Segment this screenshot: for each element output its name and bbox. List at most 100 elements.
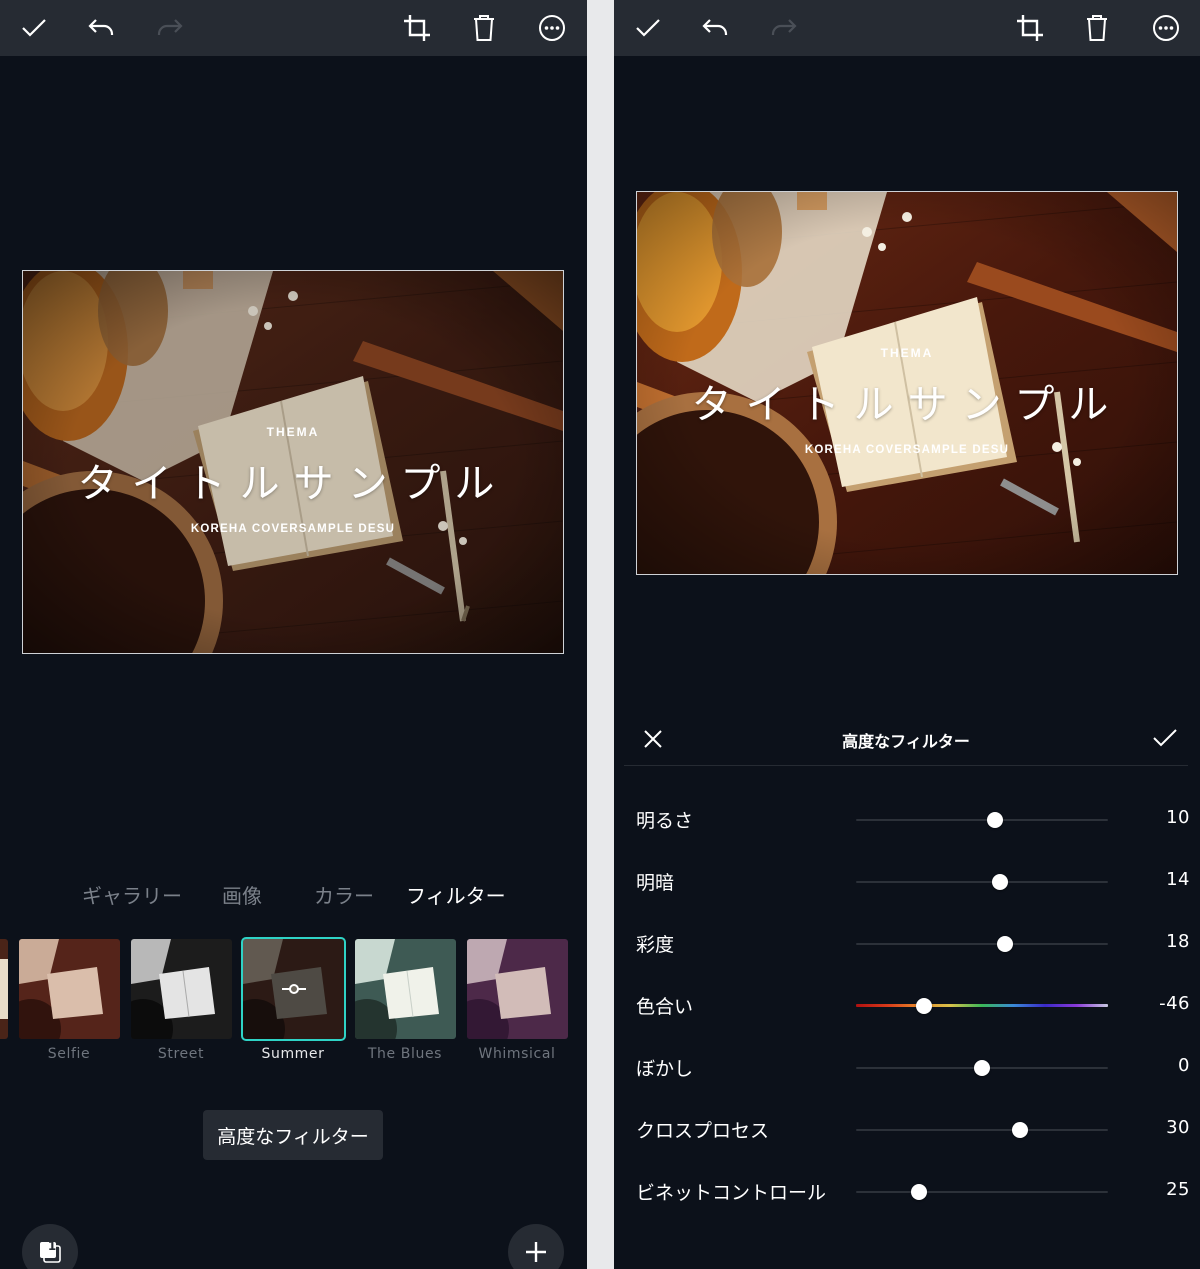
saturation-slider[interactable] <box>856 936 1108 952</box>
adjustment-value: 14 <box>1166 869 1190 890</box>
left-editor-pane: THEMA タイトルサンプル KOREHA COVERSAMPLE DESU ギ… <box>0 0 587 1269</box>
adjustment-label: ビネットコントロール <box>636 1182 827 1204</box>
filter-preview <box>131 939 232 1039</box>
trash-icon <box>1087 15 1107 41</box>
adjustment-value: 0 <box>1178 1055 1190 1076</box>
confirm-button[interactable] <box>626 6 670 50</box>
cross-process-slider[interactable] <box>856 1122 1108 1138</box>
vignette-slider[interactable] <box>856 1184 1108 1200</box>
check-icon <box>636 19 660 37</box>
advanced-filter-header: 高度なフィルター <box>624 712 1188 766</box>
redo-button[interactable] <box>762 6 806 50</box>
adjustment-row-saturation: 彩度 18 <box>614 924 1200 964</box>
advanced-filter-button[interactable]: 高度なフィルター <box>203 1110 383 1160</box>
filter-thumb-summer[interactable] <box>241 937 346 1041</box>
cover-canvas[interactable]: THEMA タイトルサンプル KOREHA COVERSAMPLE DESU <box>22 270 564 654</box>
redo-button[interactable] <box>148 6 192 50</box>
filter-thumb-the-blues[interactable] <box>355 939 456 1039</box>
adjustment-row-cross-process: クロスプロセス 30 <box>614 1110 1200 1150</box>
adjustment-label: 色合い <box>636 996 694 1018</box>
filter-preview <box>467 939 568 1039</box>
adjustment-row-contrast: 明暗 14 <box>614 862 1200 902</box>
blur-slider[interactable] <box>856 1060 1108 1076</box>
cover-subtitle-text: KOREHA COVERSAMPLE DESU <box>804 444 1010 456</box>
cover-title-text: タイトルサンプル <box>691 382 1123 428</box>
plus-icon <box>526 1242 546 1262</box>
filter-preview <box>355 939 456 1039</box>
panel-title: 高度なフィルター <box>842 732 970 751</box>
adjustment-row-hue: 色合い -46 <box>614 986 1200 1026</box>
crop-button[interactable] <box>1008 6 1052 50</box>
slider-knob[interactable] <box>996 936 1013 952</box>
adjustment-value: 30 <box>1166 1117 1190 1138</box>
slider-knob[interactable] <box>916 997 933 1014</box>
trash-icon <box>474 15 494 41</box>
apply-button[interactable] <box>1152 727 1178 751</box>
slider-knob[interactable] <box>1011 1122 1028 1138</box>
cover-thema-text: THEMA <box>266 425 320 439</box>
undo-button[interactable] <box>693 6 737 50</box>
more-icon <box>539 15 565 41</box>
tab-image[interactable]: 画像 <box>222 880 262 909</box>
delete-button[interactable] <box>1075 6 1119 50</box>
delete-button[interactable] <box>462 6 506 50</box>
slider-knob[interactable] <box>911 1184 927 1200</box>
slider-knob[interactable] <box>986 812 1003 828</box>
adjustment-label: 明暗 <box>636 872 675 894</box>
adjustment-label: 彩度 <box>636 934 675 956</box>
filter-thumb-street[interactable] <box>131 939 232 1039</box>
filter-preview <box>19 939 120 1039</box>
hue-slider[interactable] <box>856 997 1108 1014</box>
filter-label-the-blues: The Blues <box>367 1046 443 1062</box>
adjustment-value: -46 <box>1159 993 1190 1014</box>
tool-tabs: ギャラリー 画像 カラー フィルター <box>0 880 587 914</box>
brightness-slider[interactable] <box>856 812 1108 828</box>
screenshot-root: THEMA タイトルサンプル KOREHA COVERSAMPLE DESU ギ… <box>0 0 1200 1269</box>
tab-color[interactable]: カラー <box>314 880 374 909</box>
check-icon <box>22 19 46 37</box>
right-editor-pane: THEMA タイトルサンプル KOREHA COVERSAMPLE DESU 高… <box>614 0 1200 1269</box>
filter-thumb-previous[interactable] <box>0 939 8 1039</box>
crop-button[interactable] <box>395 6 439 50</box>
adjustment-label: 明るさ <box>636 810 694 832</box>
slider-adjust-icon <box>282 984 306 994</box>
redo-icon <box>771 19 797 35</box>
adjustment-label: ぼかし <box>636 1058 694 1080</box>
contrast-slider[interactable] <box>856 874 1108 890</box>
top-toolbar <box>0 0 587 56</box>
add-button[interactable] <box>508 1224 564 1269</box>
adjustment-value: 10 <box>1166 807 1190 828</box>
undo-icon <box>702 19 728 35</box>
top-toolbar <box>614 0 1200 56</box>
check-icon <box>1153 729 1177 747</box>
page-count-badge: 1 <box>47 1239 57 1253</box>
slider-knob[interactable] <box>974 1060 990 1076</box>
crop-icon <box>404 15 430 41</box>
filter-preview <box>0 939 8 1039</box>
tab-gallery[interactable]: ギャラリー <box>82 880 182 909</box>
cover-canvas[interactable]: THEMA タイトルサンプル KOREHA COVERSAMPLE DESU <box>636 191 1178 575</box>
adjustment-row-vignette: ビネットコントロール 25 <box>614 1172 1200 1212</box>
adjustment-value: 25 <box>1166 1179 1190 1200</box>
filter-label-street: Street <box>157 1046 205 1062</box>
more-button[interactable] <box>530 6 574 50</box>
filter-thumb-whimsical[interactable] <box>467 939 568 1039</box>
cover-title-text: タイトルサンプル <box>77 461 509 507</box>
confirm-button[interactable] <box>12 6 56 50</box>
undo-icon <box>88 19 114 35</box>
more-button[interactable] <box>1144 6 1188 50</box>
adjustment-value: 18 <box>1166 931 1190 952</box>
adjustment-row-brightness: 明るさ 10 <box>614 800 1200 840</box>
undo-button[interactable] <box>79 6 123 50</box>
more-icon <box>1153 15 1179 41</box>
filter-label-selfie: Selfie <box>47 1046 91 1062</box>
tab-filter[interactable]: フィルター <box>406 880 506 909</box>
crop-icon <box>1017 15 1043 41</box>
cover-subtitle-text: KOREHA COVERSAMPLE DESU <box>190 523 396 535</box>
adjustment-row-blur: ぼかし 0 <box>614 1048 1200 1088</box>
filter-thumb-selfie[interactable] <box>19 939 120 1039</box>
slider-knob[interactable] <box>991 874 1008 890</box>
filter-label-summer: Summer <box>261 1046 325 1062</box>
pages-button[interactable]: 1 <box>22 1224 78 1269</box>
filter-label-whimsical: Whimsical <box>478 1046 556 1062</box>
